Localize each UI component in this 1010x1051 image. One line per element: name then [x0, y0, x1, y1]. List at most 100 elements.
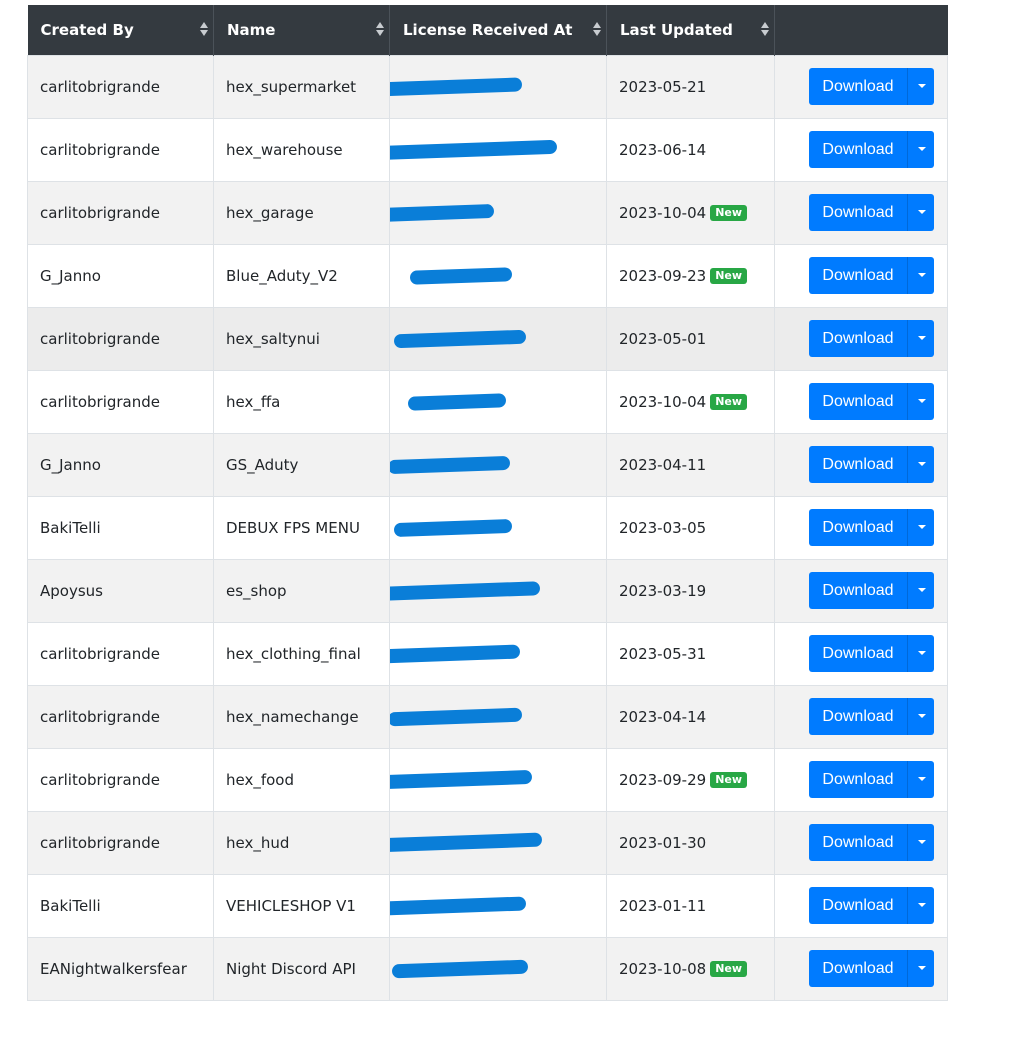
download-button[interactable]: Download: [809, 698, 907, 735]
cell-last-updated: 2023-10-04 New: [606, 369, 775, 434]
download-button-group: Download: [809, 131, 947, 168]
download-button[interactable]: Download: [809, 635, 907, 672]
download-dropdown-toggle[interactable]: [907, 131, 934, 168]
download-dropdown-toggle[interactable]: [907, 194, 934, 231]
cell-created-by: carlitobrigrande: [27, 747, 214, 812]
download-dropdown-toggle[interactable]: [907, 68, 934, 105]
cell-name: hex_ffa: [213, 369, 390, 434]
sort-icon[interactable]: [593, 22, 601, 38]
redaction-scribble: [390, 77, 523, 97]
download-button[interactable]: Download: [809, 320, 907, 357]
cell-actions: Download: [774, 54, 948, 119]
download-dropdown-toggle[interactable]: [907, 824, 934, 861]
redaction-scribble: [390, 769, 533, 791]
cell-created-by: carlitobrigrande: [27, 684, 214, 749]
sort-icon[interactable]: [376, 22, 384, 38]
cell-created-by: carlitobrigrande: [27, 369, 214, 434]
cell-name: hex_saltynui: [213, 306, 390, 371]
last-updated-date: 2023-03-05: [619, 518, 707, 537]
cell-name: hex_namechange: [213, 684, 390, 749]
cell-last-updated: 2023-06-14: [606, 117, 775, 182]
table-row: carlitobrigrande hex_namechange 2023-04-14…: [27, 684, 948, 749]
cell-name: hex_supermarket: [213, 54, 390, 119]
download-dropdown-toggle[interactable]: [907, 887, 934, 924]
download-button[interactable]: Download: [809, 257, 907, 294]
download-dropdown-toggle[interactable]: [907, 572, 934, 609]
redaction-scribble: [409, 267, 513, 285]
cell-actions: Download: [774, 621, 948, 686]
download-button[interactable]: Download: [809, 824, 907, 861]
cell-created-by: EANightwalkersfear: [27, 936, 214, 1001]
redaction-scribble: [391, 959, 529, 979]
download-button[interactable]: Download: [809, 761, 907, 798]
download-dropdown-toggle[interactable]: [907, 698, 934, 735]
download-button[interactable]: Download: [809, 572, 907, 609]
column-header-name[interactable]: Name: [213, 5, 390, 55]
column-header-label: Last Updated: [620, 20, 733, 39]
download-dropdown-toggle[interactable]: [907, 383, 934, 420]
download-dropdown-toggle[interactable]: [907, 257, 934, 294]
cell-actions: Download: [774, 369, 948, 434]
cell-actions: Download: [774, 747, 948, 812]
download-dropdown-toggle[interactable]: [907, 635, 934, 672]
column-header-license-received-at[interactable]: License Received At: [389, 5, 607, 55]
sort-icon[interactable]: [200, 22, 208, 38]
download-button[interactable]: Download: [809, 509, 907, 546]
column-header-last-updated[interactable]: Last Updated: [606, 5, 775, 55]
last-updated-date: 2023-04-11: [619, 455, 707, 474]
cell-name: hex_warehouse: [213, 117, 390, 182]
last-updated-date: 2023-03-19: [619, 581, 707, 600]
download-button-group: Download: [809, 635, 947, 672]
column-header-created-by[interactable]: Created By: [27, 5, 214, 55]
cell-actions: Download: [774, 306, 948, 371]
cell-license-received-at: [389, 621, 607, 686]
download-button[interactable]: Download: [809, 194, 907, 231]
download-button[interactable]: Download: [809, 950, 907, 987]
cell-license-received-at: [389, 243, 607, 308]
cell-last-updated: 2023-04-11: [606, 432, 775, 497]
download-button[interactable]: Download: [809, 887, 907, 924]
last-updated-date: 2023-10-08: [619, 959, 707, 978]
last-updated-date: 2023-05-31: [619, 644, 707, 663]
last-updated-date: 2023-04-14: [619, 707, 707, 726]
redaction-scribble: [393, 518, 513, 538]
cell-last-updated: 2023-09-29 New: [606, 747, 775, 812]
cell-name: DEBUX FPS MENU: [213, 495, 390, 560]
cell-name: hex_clothing_final: [213, 621, 390, 686]
sort-icon[interactable]: [761, 22, 769, 38]
download-button-group: Download: [809, 194, 947, 231]
licenses-table-wrapper: Created By Name License Received At Last…: [27, 5, 948, 1001]
cell-actions: Download: [774, 936, 948, 1001]
cell-last-updated: 2023-03-19: [606, 558, 775, 623]
new-badge: New: [710, 205, 748, 221]
cell-license-received-at: [389, 810, 607, 875]
column-header-label: License Received At: [403, 20, 573, 39]
download-button-group: Download: [809, 446, 947, 483]
redaction-scribble: [390, 203, 495, 223]
table-row: carlitobrigrande hex_warehouse 2023-06-14 D…: [27, 117, 948, 182]
download-button[interactable]: Download: [809, 383, 907, 420]
download-button-group: Download: [809, 698, 947, 735]
table-body: carlitobrigrande hex_supermarket 2023-05-2…: [27, 54, 948, 1001]
download-dropdown-toggle[interactable]: [907, 446, 934, 483]
download-button-group: Download: [809, 824, 947, 861]
last-updated-date: 2023-06-14: [619, 140, 707, 159]
column-header-actions: [774, 5, 948, 55]
download-button[interactable]: Download: [809, 446, 907, 483]
redaction-scribble: [390, 832, 543, 854]
download-button[interactable]: Download: [809, 68, 907, 105]
cell-created-by: carlitobrigrande: [27, 306, 214, 371]
cell-created-by: BakiTelli: [27, 873, 214, 938]
download-dropdown-toggle[interactable]: [907, 950, 934, 987]
cell-created-by: carlitobrigrande: [27, 54, 214, 119]
download-dropdown-toggle[interactable]: [907, 509, 934, 546]
download-dropdown-toggle[interactable]: [907, 320, 934, 357]
download-button[interactable]: Download: [809, 131, 907, 168]
download-dropdown-toggle[interactable]: [907, 761, 934, 798]
download-button-group: Download: [809, 887, 947, 924]
last-updated-date: 2023-01-30: [619, 833, 707, 852]
cell-license-received-at: [389, 558, 607, 623]
redaction-scribble: [407, 393, 507, 411]
redaction-scribble: [393, 329, 527, 349]
table-row: carlitobrigrande hex_food 2023-09-29 New Dow…: [27, 747, 948, 812]
